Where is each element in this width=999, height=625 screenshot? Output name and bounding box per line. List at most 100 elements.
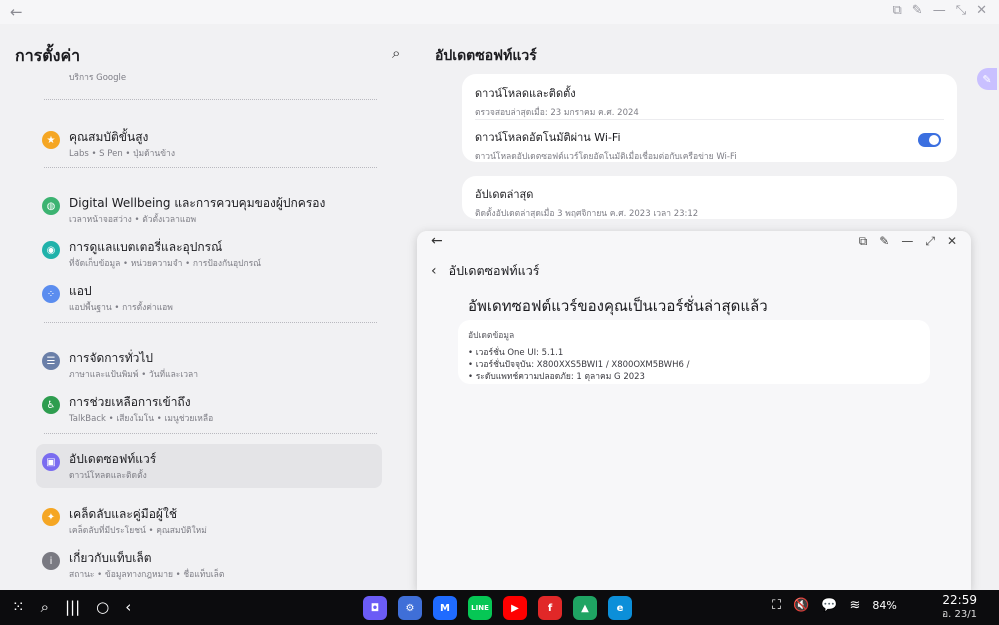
screenshot-icon[interactable]: ⛶ xyxy=(772,598,781,613)
settings-item-wellbeing[interactable]: ◍ Digital Wellbeing และการควบคุมของผู้ปก… xyxy=(36,188,382,232)
settings-item-apps[interactable]: ⁘ แอป แอปพื้นฐาน • การตั้งค่าแอพ xyxy=(36,276,382,320)
last-update-title: อัปเดตล่าสุด xyxy=(475,188,534,201)
item-subtitle: Labs • S Pen • ปุ่มด้านข้าง xyxy=(69,149,175,159)
item-subtitle: TalkBack • เสียงโมโน • เมนูช่วยเหลือ xyxy=(69,414,214,424)
apps-icon: ⁘ xyxy=(42,285,60,303)
star-icon: ★ xyxy=(42,131,60,149)
arrow-left-icon[interactable]: ← xyxy=(10,3,23,21)
settings-list-panel: การตั้งค่า ⌕ บริการ Google ★ คุณสมบัติขั… xyxy=(0,24,420,590)
info-line-one-ui: • เวอร์ชั่น One UI: 5.1.1 xyxy=(468,348,564,358)
item-title: คุณสมบัติขั้นสูง xyxy=(69,130,149,144)
mute-icon[interactable]: 🔇 xyxy=(793,598,809,613)
samsung-notes-app[interactable]: ◘ xyxy=(363,596,387,620)
search-icon[interactable]: ⌕ xyxy=(41,598,49,616)
sliders-icon: ☰ xyxy=(42,352,60,370)
lightbulb-icon: ✦ xyxy=(42,508,60,526)
flipboard-app[interactable]: f xyxy=(538,596,562,620)
divider xyxy=(475,119,944,120)
chevron-left-icon[interactable]: ‹ xyxy=(431,263,437,279)
settings-item-advanced[interactable]: ★ คุณสมบัติขั้นสูง Labs • S Pen • ปุ่มด้… xyxy=(36,122,382,166)
info-icon: i xyxy=(42,552,60,570)
home-icon[interactable]: ○ xyxy=(96,598,109,616)
settings-item-tips[interactable]: ✦ เคล็ดลับและคู่มือผู้ใช้ เคล็ดลับที่มีป… xyxy=(36,499,382,543)
window-controls: ⧉ ✎ — ⤡ ✕ xyxy=(892,3,987,18)
settings-app[interactable]: ⚙ xyxy=(398,596,422,620)
item-subtitle: เวลาหน้าจอสว่าง • ตัวตั้งเวลาแอพ xyxy=(69,215,197,225)
last-update-row: อัปเดตล่าสุด ติดตั้งอัปเดตล่าสุดเมื่อ 3 … xyxy=(475,185,944,220)
download-install-row[interactable]: ดาวน์โหลดและติดตั้ง ตรวจสอบล่าสุดเมื่อ: … xyxy=(475,84,944,119)
settings-item-general[interactable]: ☰ การจัดการทั่วไป ภาษาและแป้นพิมพ์ • วัน… xyxy=(36,343,382,387)
collapse-icon[interactable]: ⤡ xyxy=(956,3,966,18)
google-services-subtitle: บริการ Google xyxy=(69,73,127,83)
download-install-subtitle: ตรวจสอบล่าสุดเมื่อ: 23 มกราคม ค.ศ. 2024 xyxy=(475,108,639,118)
clock-time: 22:59 xyxy=(942,593,977,607)
wellbeing-icon: ◍ xyxy=(42,197,60,215)
item-title: อัปเดตซอฟท์แวร์ xyxy=(69,452,157,466)
divider xyxy=(44,99,377,100)
wifi-icon: ≋ xyxy=(849,598,861,613)
system-tray: ⛶ 🔇 💬 ≋ 84% xyxy=(772,598,897,613)
divider xyxy=(44,322,377,323)
item-title: การดูแลแบตเตอรี่และอุปกรณ์ xyxy=(69,240,223,254)
popup-header-title: อัปเดตซอฟท์แวร์ xyxy=(448,263,540,278)
edge-app[interactable]: e xyxy=(608,596,632,620)
last-update-subtitle: ติดตั้งอัปเดตล่าสุดเมื่อ 3 พฤศจิกายน ค.ศ… xyxy=(475,209,699,219)
search-icon[interactable]: ⌕ xyxy=(392,44,400,62)
pin-icon[interactable]: ✎ xyxy=(879,234,889,249)
app-drawer-icon[interactable]: ⁙ xyxy=(12,598,25,616)
item-title: แอป xyxy=(69,284,92,298)
split-view-icon[interactable]: ⧉ xyxy=(892,3,901,18)
item-title: เคล็ดลับและคู่มือผู้ใช้ xyxy=(69,507,177,521)
close-icon[interactable]: ✕ xyxy=(947,234,957,249)
item-subtitle: สถานะ • ข้อมูลทางกฎหมาย • ชื่อแท็บเล็ต xyxy=(69,570,225,580)
popup-title-bar: ← ⧉ ✎ — ⤢ ✕ xyxy=(417,231,971,253)
nav-buttons: ⁙ ⌕ ||| ○ ‹ xyxy=(12,598,131,616)
auto-download-title: ดาวน์โหลดอัตโนมัติผ่าน Wi-Fi xyxy=(475,131,621,144)
settings-item-battery[interactable]: ◉ การดูแลแบตเตอรี่และอุปกรณ์ ที่จัดเก็บข… xyxy=(36,232,382,276)
settings-item-accessibility[interactable]: ♿ การช่วยเหลือการเข้าถึง TalkBack • เสีย… xyxy=(36,387,382,431)
popup-header: ‹ อัปเดตซอฟท์แวร์ xyxy=(431,261,539,281)
close-icon[interactable]: ✕ xyxy=(976,3,987,18)
maximize-icon[interactable]: ⤢ xyxy=(925,234,935,249)
youtube-app[interactable]: ▶ xyxy=(503,596,527,620)
update-options-card: ดาวน์โหลดและติดตั้ง ตรวจสอบล่าสุดเมื่อ: … xyxy=(462,74,957,162)
info-line-security-patch: • ระดับแพทช์ความปลอดภัย: 1 ตุลาคม G 2023 xyxy=(468,372,645,382)
settings-item-about[interactable]: i เกี่ยวกับแท็บเล็ต สถานะ • ข้อมูลทางกฎห… xyxy=(36,543,382,587)
split-view-icon[interactable]: ⧉ xyxy=(859,234,868,249)
item-subtitle: เคล็ดลับที่มีประโยชน์ • คุณสมบัติใหม่ xyxy=(69,526,207,536)
chat-icon[interactable]: 💬 xyxy=(821,598,837,613)
item-title: เกี่ยวกับแท็บเล็ต xyxy=(69,551,152,565)
edge-panel-handle[interactable]: ✎ xyxy=(977,68,997,90)
m-app[interactable]: M xyxy=(433,596,457,620)
page-title: การตั้งค่า xyxy=(15,46,81,65)
battery-level: 84% xyxy=(872,599,897,612)
item-subtitle: ที่จัดเก็บข้อมูล • หน่วยความจำ • การป้อง… xyxy=(69,259,262,269)
info-heading: อัปเดตข้อมูล xyxy=(468,331,515,341)
google-drive-app[interactable]: ▲ xyxy=(573,596,597,620)
pinned-apps: ◘ ⚙ M LINE ▶ f ▲ e xyxy=(363,596,632,620)
popup-window-controls: ⧉ ✎ — ⤢ ✕ xyxy=(859,234,957,249)
back-icon[interactable]: ‹ xyxy=(125,598,131,616)
update-status-text: อัพเดทซอฟต์แวร์ของคุณเป็นเวอร์ชั่นล่าสุด… xyxy=(468,297,768,315)
item-subtitle: ภาษาและแป้นพิมพ์ • วันที่และเวลา xyxy=(69,370,199,380)
software-update-popup: ← ⧉ ✎ — ⤢ ✕ ‹ อัปเดตซอฟท์แวร์ อัพเดทซอฟต… xyxy=(417,231,971,590)
last-update-card[interactable]: อัปเดตล่าสุด ติดตั้งอัปเดตล่าสุดเมื่อ 3 … xyxy=(462,176,957,219)
minimize-icon[interactable]: — xyxy=(901,234,913,249)
top-bar: ← ⧉ ✎ — ⤡ ✕ xyxy=(0,0,999,24)
auto-download-row[interactable]: ดาวน์โหลดอัตโนมัติผ่าน Wi-Fi ดาวน์โหลดอั… xyxy=(475,128,897,163)
auto-download-toggle[interactable] xyxy=(918,133,941,147)
recents-icon[interactable]: ||| xyxy=(65,598,80,616)
info-line-version: • เวอร์ชั่นปัจจุบัน: X800XXS5BWI1 / X800… xyxy=(468,360,690,370)
settings-item-software-update[interactable]: ▣ อัปเดตซอฟท์แวร์ ดาวน์โหลดและติดตั้ง xyxy=(36,444,382,488)
pin-icon[interactable]: ✎ xyxy=(912,3,923,18)
item-subtitle: ดาวน์โหลดและติดตั้ง xyxy=(69,471,147,481)
line-app[interactable]: LINE xyxy=(468,596,492,620)
software-update-icon: ▣ xyxy=(42,453,60,471)
clock-date: อ. 23/1 xyxy=(942,609,977,620)
minimize-icon[interactable]: — xyxy=(933,3,946,18)
arrow-left-icon[interactable]: ← xyxy=(431,233,443,249)
accessibility-icon: ♿ xyxy=(42,396,60,414)
item-subtitle: แอปพื้นฐาน • การตั้งค่าแอพ xyxy=(69,303,173,313)
item-title: การจัดการทั่วไป xyxy=(69,351,154,365)
clock[interactable]: 22:59 อ. 23/1 xyxy=(942,593,977,622)
